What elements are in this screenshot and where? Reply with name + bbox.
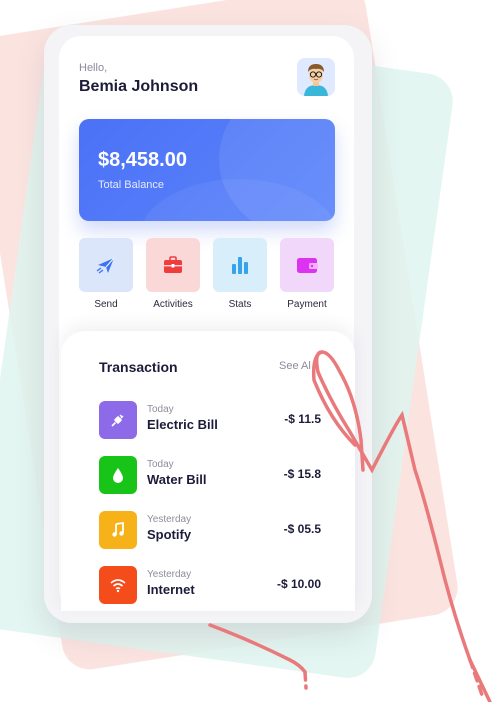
stats-tile[interactable] bbox=[213, 238, 267, 292]
activities-label: Activities bbox=[153, 299, 193, 310]
payment-tile[interactable] bbox=[280, 238, 334, 292]
bar-chart-icon bbox=[232, 257, 248, 274]
transaction-row[interactable]: Yesterday Internet -$ 10.00 bbox=[99, 566, 321, 604]
transaction-amount: -$ 10.00 bbox=[276, 577, 321, 591]
greeting-text: Hello, bbox=[79, 62, 108, 74]
music-note-icon bbox=[99, 511, 137, 549]
plug-icon bbox=[99, 401, 137, 439]
transaction-date: Today bbox=[147, 459, 174, 470]
payment-label: Payment bbox=[287, 299, 327, 310]
transaction-date: Yesterday bbox=[147, 514, 192, 525]
transaction-title: Transaction bbox=[99, 359, 178, 375]
wifi-icon bbox=[99, 566, 137, 604]
send-icon bbox=[96, 257, 115, 274]
transaction-row[interactable]: Today Electric Bill -$ 11.5 bbox=[99, 401, 321, 439]
transaction-amount: -$ 11.5 bbox=[284, 412, 321, 426]
balance-label: Total Balance bbox=[98, 179, 165, 191]
transaction-row[interactable]: Yesterday Spotify -$ 05.5 bbox=[99, 511, 321, 549]
transaction-row[interactable]: Today Water Bill -$ 15.8 bbox=[99, 456, 321, 494]
balance-amount: $8,458.00 bbox=[98, 149, 187, 171]
water-drop-icon bbox=[99, 456, 137, 494]
transaction-name: Electric Bill bbox=[147, 417, 218, 432]
balance-card[interactable]: $8,458.00 Total Balance bbox=[79, 119, 335, 221]
transaction-name: Water Bill bbox=[147, 472, 207, 487]
activities-tile[interactable] bbox=[146, 238, 200, 292]
stats-label: Stats bbox=[228, 299, 252, 310]
briefcase-icon bbox=[164, 256, 182, 273]
send-action[interactable]: Send bbox=[79, 238, 133, 310]
see-all-link[interactable]: See Al bbox=[279, 360, 311, 372]
stats-action[interactable]: Stats bbox=[213, 238, 267, 310]
send-tile[interactable] bbox=[79, 238, 133, 292]
transaction-name: Spotify bbox=[147, 527, 192, 542]
avatar[interactable] bbox=[297, 58, 335, 96]
send-label: Send bbox=[94, 299, 118, 310]
transaction-name: Internet bbox=[147, 582, 195, 597]
user-name: Bemia Johnson bbox=[79, 78, 199, 95]
transaction-date: Yesterday bbox=[147, 569, 192, 580]
payment-action[interactable]: Payment bbox=[280, 238, 334, 310]
transaction-date: Today bbox=[147, 404, 174, 415]
avatar-person-icon bbox=[297, 58, 335, 96]
activities-action[interactable]: Activities bbox=[146, 238, 200, 310]
transaction-amount: -$ 15.8 bbox=[283, 467, 321, 481]
wallet-icon bbox=[297, 258, 318, 273]
transaction-amount: -$ 05.5 bbox=[283, 522, 321, 536]
